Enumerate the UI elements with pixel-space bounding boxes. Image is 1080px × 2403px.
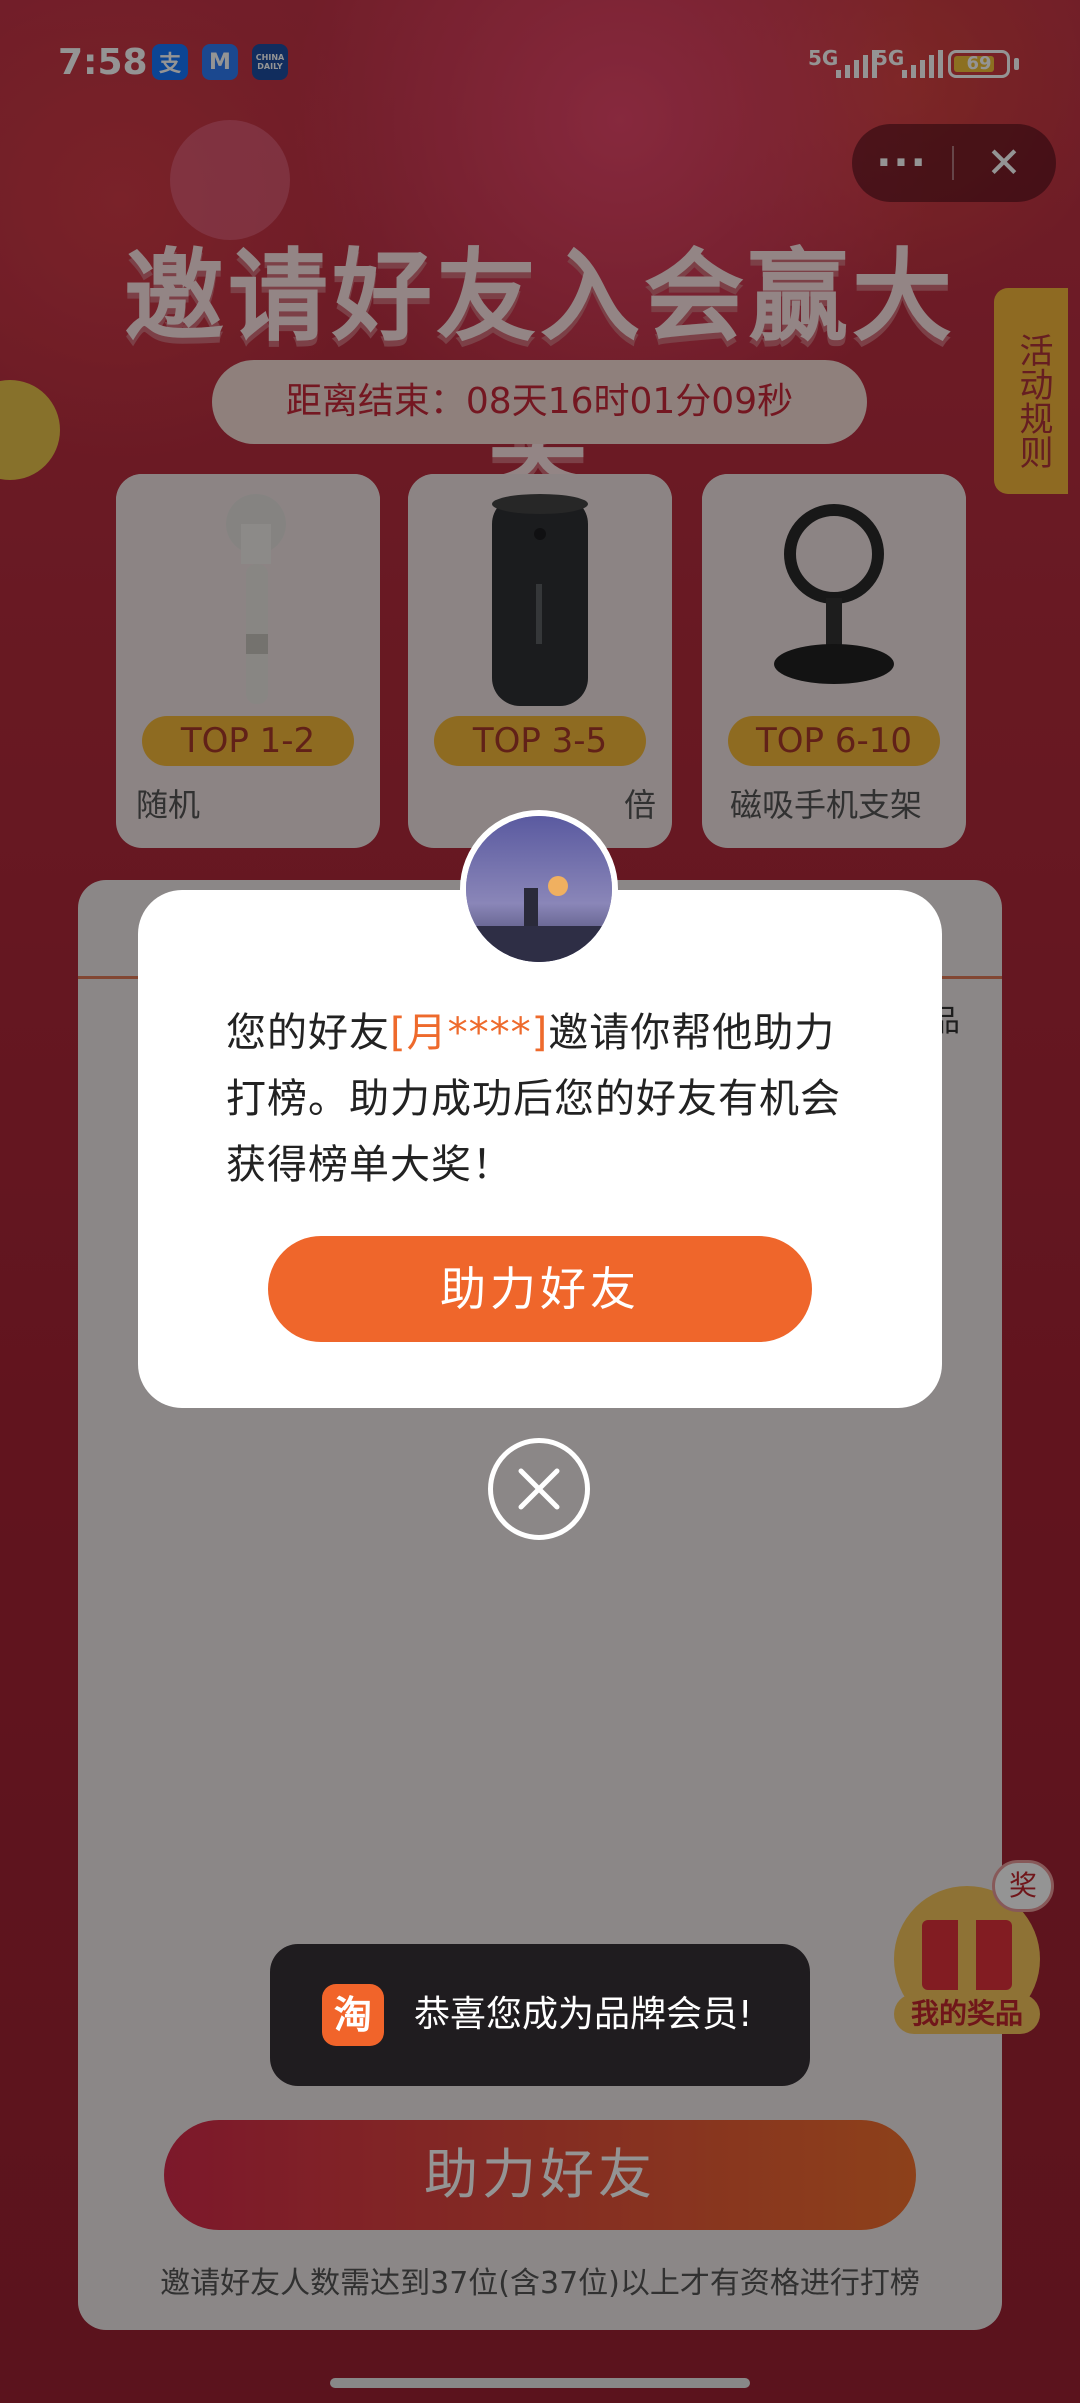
avatar-image <box>466 816 612 962</box>
membership-toast: 淘 恭喜您成为品牌会员! <box>270 1944 810 2086</box>
assist-friend-button[interactable]: 助力好友 <box>268 1236 812 1342</box>
home-indicator[interactable] <box>330 2378 750 2388</box>
modal-message: 您的好友[月****]邀请你帮他助力打榜。助力成功后您的好友有机会获得榜单大奖！ <box>226 1000 866 1198</box>
modal-text-before: 您的好友 <box>226 1010 390 1056</box>
close-icon <box>518 1468 560 1510</box>
friend-name: [月****] <box>390 1010 549 1056</box>
friend-avatar <box>460 810 618 968</box>
taobao-icon: 淘 <box>322 1984 384 2046</box>
toast-message: 恭喜您成为品牌会员! <box>414 1994 753 2035</box>
close-modal-button[interactable] <box>488 1438 590 1540</box>
